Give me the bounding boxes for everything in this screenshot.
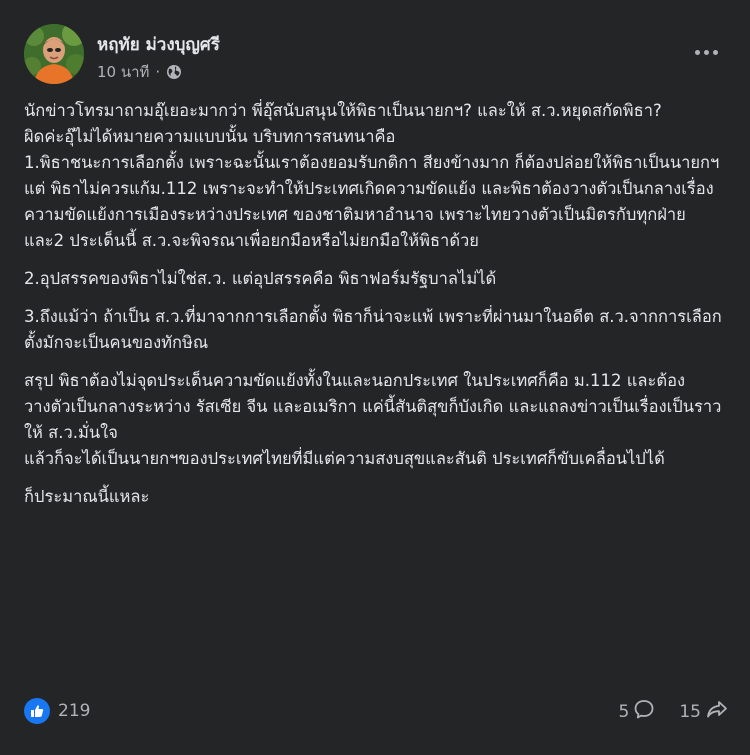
reactions-summary[interactable]: 219 [24,698,90,724]
meta-separator: · [155,63,161,81]
facebook-post: หฤทัย ม่วงบุญศรี 10 นาที · นักข่าวโทรมาถ… [0,0,750,755]
post-paragraph-5: 2.อุปสรรคของพิธาไม่ใช่ส.ว. แต่อุปสรรคคือ… [24,269,497,288]
shares-count-button[interactable]: 15 [679,698,729,725]
comment-icon [633,698,655,725]
comments-count: 5 [618,701,630,722]
post-paragraph-7: สรุป พิธาต้องไม่จุดประเด็นความขัดแย้งทั้… [24,371,722,442]
more-options-icon-dot-2 [703,49,709,55]
post-paragraph-3: 1.พิธาชนะการเลือกตั้ง เพราะฉะนั้นเราต้อง… [24,153,720,172]
post-paragraph-8: แล้วก็จะได้เป็นนายกฯของประเทศไทยที่มีแต่… [24,449,665,468]
post-paragraph-4: แต่ พิธาไม่ควรแก้ม.112 เพราะจะทำให้ประเท… [24,179,714,250]
post-paragraph-1: นักข่าวโทรมาถามอุ๊เยอะมากว่า พี่อุ๊สนับส… [24,101,662,120]
reaction-count: 219 [58,701,91,721]
avatar-image [24,24,84,84]
post-time[interactable]: 10 นาที [97,60,149,84]
globe-icon [166,64,182,80]
post-paragraph-6: 3.ถึงแม้ว่า ถ้าเป็น ส.ว.ที่มาจากการเลือก… [24,307,722,352]
post-body: นักข่าวโทรมาถามอุ๊เยอะมากว่า พี่อุ๊สนับส… [24,98,729,510]
post-meta: 10 นาที · [97,60,182,84]
share-icon [705,698,729,725]
avatar[interactable] [24,24,84,84]
like-icon [24,698,50,724]
post-paragraph-9: ก็ประมาณนี้แหละ [24,487,150,506]
more-options-icon [694,49,700,55]
more-options-icon-dot-3 [712,49,718,55]
author-name[interactable]: หฤทัย ม่วงบุญศรี [97,31,220,58]
post-paragraph-2: ผิดค่ะอุ๊ไม่ได้หมายความแบบนั้น บริบทการส… [24,127,396,146]
more-options-button[interactable] [688,34,724,70]
post-footer: 219 5 15 [24,696,729,730]
comments-count-button[interactable]: 5 [619,698,656,725]
post-header: หฤทัย ม่วงบุญศรี 10 นาที · [24,24,724,88]
shares-count: 15 [679,701,701,722]
engagement-stats: 5 15 [619,698,729,725]
